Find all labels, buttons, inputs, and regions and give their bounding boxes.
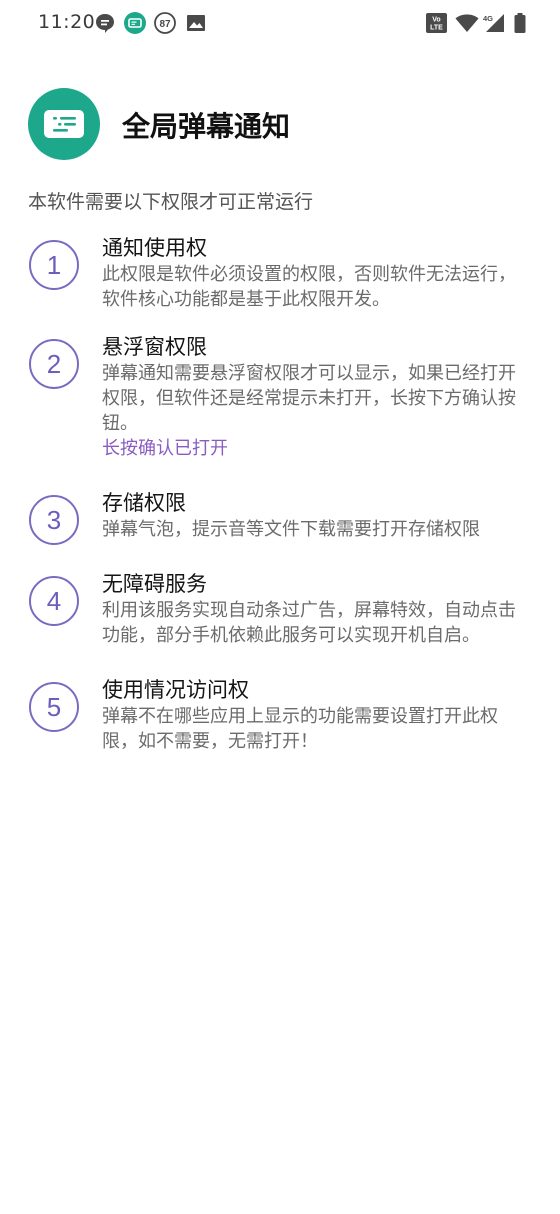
count-badge-icon: 87 [154, 12, 176, 34]
step-number-badge: 5 [29, 682, 79, 732]
count-badge-text: 87 [159, 19, 171, 30]
svg-text:LTE: LTE [430, 25, 443, 32]
permission-title: 使用情况访问权 [102, 678, 249, 702]
step-number-badge: 1 [29, 240, 79, 290]
status-bar: 11:20 87 Vo LTE 4G [0, 0, 560, 48]
step-number-badge: 4 [29, 576, 79, 626]
danmaku-notification-icon [124, 12, 146, 34]
page-title: 全局弹幕通知 [122, 110, 291, 143]
permission-description: 弹幕通知需要悬浮窗权限才可以显示，如果已经打开权限，但软件还是经常提示未打开，长… [102, 363, 516, 434]
cellular-signal-icon: 4G [483, 14, 504, 32]
step-number-badge: 2 [29, 339, 79, 389]
volte-icon: Vo LTE [426, 13, 447, 33]
danmaku-bubble-icon [44, 110, 84, 138]
permission-title: 存储权限 [102, 491, 186, 515]
network-type-text: 4G [483, 14, 493, 23]
step-number-badge: 3 [29, 495, 79, 545]
intro-text: 本软件需要以下权限才可正常运行 [28, 191, 314, 213]
long-press-confirm-link[interactable]: 长按确认已打开 [102, 436, 532, 461]
permission-description: 利用该服务实现自动条过广告，屏幕特效，自动点击功能，部分手机依赖此服务可以实现开… [102, 600, 516, 646]
app-logo [28, 88, 100, 160]
permission-description: 弹幕气泡，提示音等文件下载需要打开存储权限 [102, 519, 480, 540]
status-time: 11:20 [38, 11, 96, 33]
permission-title: 无障碍服务 [102, 572, 207, 596]
permission-description: 此权限是软件必须设置的权限，否则软件无法运行，软件核心功能都是基于此权限开发。 [102, 264, 516, 310]
permission-title: 通知使用权 [102, 236, 207, 260]
wifi-icon [455, 14, 479, 32]
app-header: 全局弹幕通知 [0, 88, 560, 160]
permission-description-block: 弹幕通知需要悬浮窗权限才可以显示，如果已经打开权限，但软件还是经常提示未打开，长… [102, 361, 532, 461]
chat-bubble-icon [96, 14, 114, 33]
battery-icon [514, 13, 526, 33]
svg-text:Vo: Vo [432, 17, 440, 24]
permission-description: 弹幕不在哪些应用上显示的功能需要设置打开此权限，如不需要，无需打开！ [102, 706, 498, 752]
image-icon [187, 15, 205, 31]
permission-title: 悬浮窗权限 [102, 335, 207, 359]
